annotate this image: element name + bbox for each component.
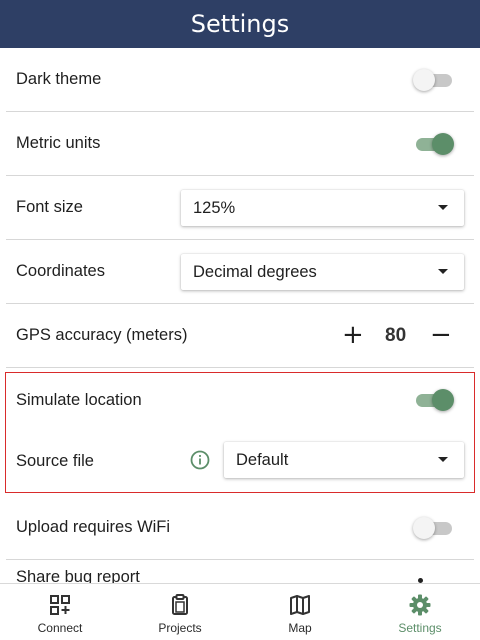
coordinates-select[interactable]: Decimal degrees	[181, 254, 464, 290]
font-size-label: Font size	[16, 198, 83, 216]
upload-wifi-row: Upload requires WiFi	[0, 496, 480, 559]
share-bug-row[interactable]: Share bug report	[0, 560, 480, 583]
app-header: Settings	[0, 0, 480, 48]
simulate-location-toggle[interactable]	[414, 388, 454, 412]
coordinates-label: Coordinates	[16, 262, 105, 280]
metric-units-label: Metric units	[16, 134, 101, 152]
toggle-knob	[413, 517, 435, 539]
dropdown-arrow-icon	[438, 205, 448, 210]
gps-accuracy-row: GPS accuracy (meters) + 80 −	[0, 304, 480, 367]
source-file-value: Default	[236, 450, 289, 469]
gear-icon	[409, 594, 431, 616]
nav-label: Settings	[398, 621, 442, 635]
simulate-location-row: Simulate location	[0, 372, 480, 428]
divider	[6, 367, 474, 368]
toggle-knob	[413, 69, 435, 91]
decrease-button[interactable]: −	[430, 322, 452, 348]
dropdown-arrow-icon	[438, 269, 448, 274]
simulate-location-label: Simulate location	[16, 390, 142, 409]
coordinates-row: Coordinates Decimal degrees	[0, 240, 480, 303]
source-file-label: Source file	[16, 452, 94, 470]
font-size-row: Font size 125%	[0, 176, 480, 239]
nav-label: Map	[288, 621, 312, 635]
nav-connect[interactable]: Connect	[0, 584, 120, 640]
page-title: Settings	[190, 10, 290, 38]
font-size-select[interactable]: 125%	[181, 190, 464, 226]
metric-units-toggle[interactable]	[414, 132, 454, 156]
nav-map[interactable]: Map	[240, 584, 360, 640]
connect-icon	[50, 595, 70, 615]
info-icon[interactable]	[190, 450, 210, 470]
font-size-value: 125%	[193, 198, 236, 217]
bottom-nav: Connect Projects Map Settings	[0, 583, 480, 640]
coordinates-value: Decimal degrees	[193, 262, 317, 281]
nav-projects[interactable]: Projects	[120, 584, 240, 640]
dropdown-arrow-icon	[438, 457, 448, 462]
source-file-select[interactable]: Default	[224, 442, 464, 478]
upload-wifi-label: Upload requires WiFi	[16, 518, 171, 536]
toggle-knob	[432, 133, 454, 155]
nav-label: Connect	[37, 621, 83, 635]
share-bug-label: Share bug report	[16, 568, 140, 583]
toggle-knob	[432, 389, 454, 411]
settings-list[interactable]: Dark theme Metric units Font size 125% C…	[0, 48, 480, 583]
nav-settings[interactable]: Settings	[360, 584, 480, 640]
clipboard-icon	[172, 594, 188, 615]
source-file-row: Source file Default	[0, 428, 480, 492]
gps-accuracy-label: GPS accuracy (meters)	[16, 326, 188, 344]
metric-units-row: Metric units	[0, 112, 480, 175]
dark-theme-toggle[interactable]	[413, 68, 454, 92]
dark-theme-row: Dark theme	[0, 48, 480, 111]
increase-button[interactable]: +	[342, 322, 364, 348]
map-icon	[290, 595, 310, 615]
gps-accuracy-value: 80	[385, 325, 407, 346]
upload-wifi-toggle[interactable]	[413, 516, 454, 540]
dark-theme-label: Dark theme	[16, 70, 102, 88]
nav-label: Projects	[158, 621, 202, 635]
